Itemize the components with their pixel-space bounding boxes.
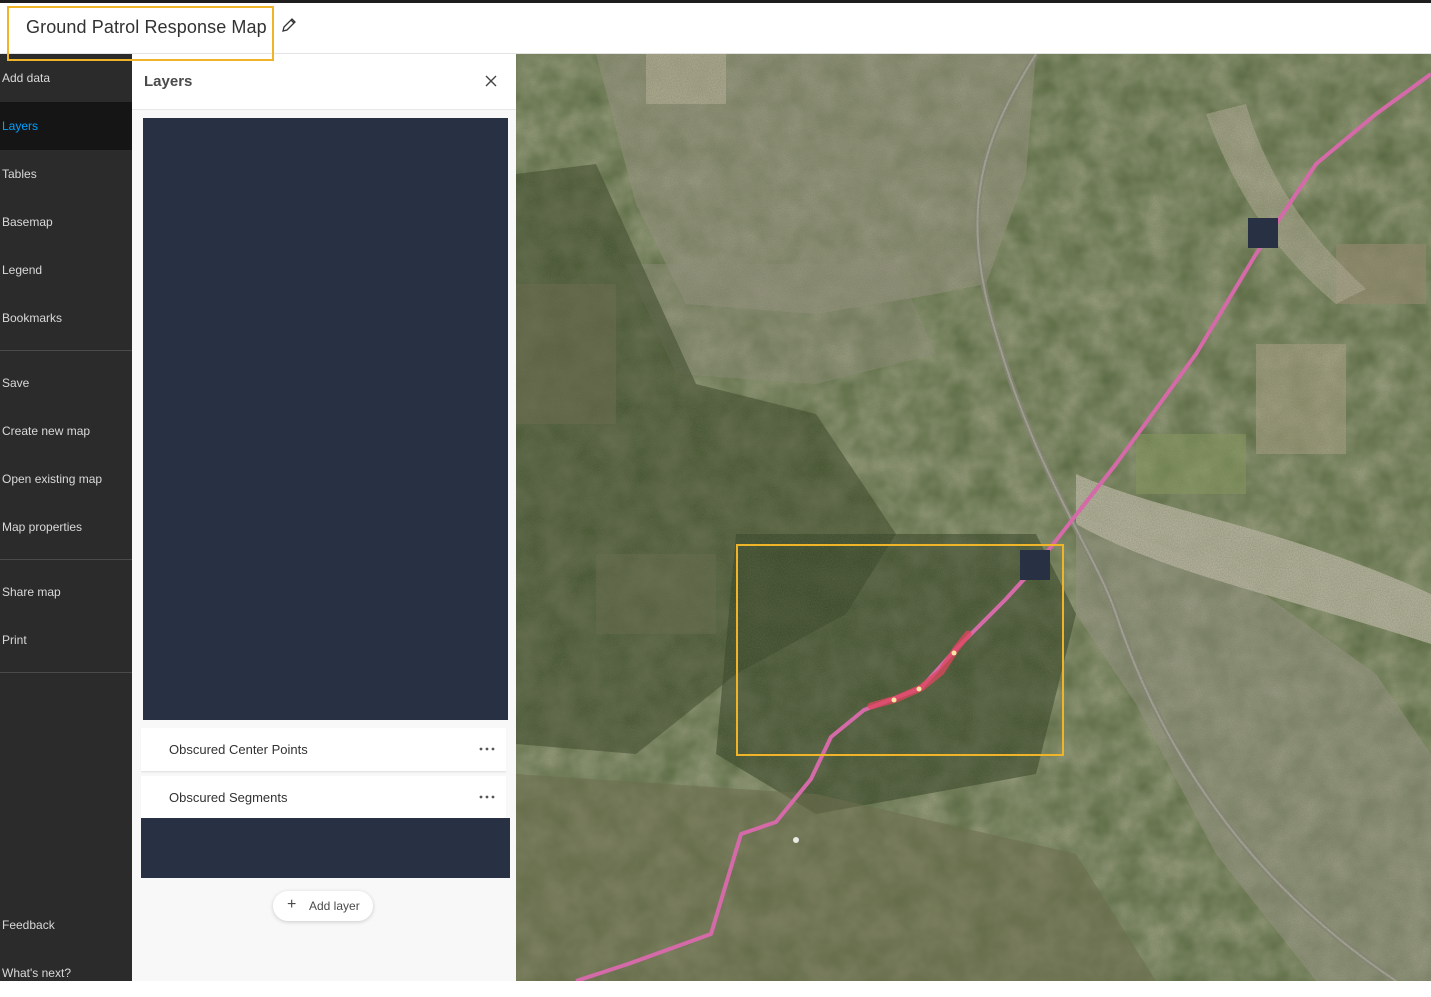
nav-tables[interactable]: Tables <box>0 150 132 198</box>
layer-name: Obscured Segments <box>169 790 288 805</box>
layer-name: Obscured Center Points <box>169 742 308 757</box>
ellipsis-icon[interactable] <box>478 790 496 804</box>
nav-map-properties[interactable]: Map properties <box>0 503 132 551</box>
nav-divider <box>0 672 132 673</box>
map-title[interactable]: Ground Patrol Response Map <box>26 17 267 38</box>
satellite-imagery <box>516 54 1431 981</box>
nav-layers[interactable]: Layers <box>0 102 132 150</box>
nav-divider <box>0 350 132 351</box>
nav-feedback[interactable]: Feedback <box>0 901 132 949</box>
close-icon[interactable] <box>485 75 497 87</box>
add-layer-label: Add layer <box>309 899 360 913</box>
nav-print[interactable]: Print <box>0 616 132 664</box>
map-highlight-box <box>736 544 1064 756</box>
redacted-layer-list <box>143 118 508 720</box>
layers-panel: Layers Obscured Center Points Obscured S… <box>132 54 516 981</box>
plus-icon: + <box>287 896 297 913</box>
pencil-icon[interactable] <box>280 16 298 34</box>
redacted-layer-item <box>141 818 510 878</box>
nav-create-new-map[interactable]: Create new map <box>0 407 132 455</box>
add-layer-button[interactable]: + Add layer <box>273 891 373 921</box>
layer-item[interactable]: Obscured Center Points <box>141 728 506 772</box>
nav-legend[interactable]: Legend <box>0 246 132 294</box>
redacted-map-marker[interactable] <box>1248 218 1278 248</box>
layers-panel-title: Layers <box>144 73 193 90</box>
map-view[interactable] <box>516 54 1431 981</box>
sidebar: Add data Layers Tables Basemap Legend Bo… <box>0 54 132 981</box>
ellipsis-icon[interactable] <box>478 742 496 756</box>
layers-panel-header: Layers <box>132 54 516 110</box>
nav-whats-next[interactable]: What's next? <box>0 949 132 997</box>
nav-basemap[interactable]: Basemap <box>0 198 132 246</box>
nav-add-data[interactable]: Add data <box>0 54 132 102</box>
layer-item[interactable]: Obscured Segments <box>141 776 506 820</box>
nav-divider <box>0 559 132 560</box>
nav-share-map[interactable]: Share map <box>0 568 132 616</box>
nav-open-existing-map[interactable]: Open existing map <box>0 455 132 503</box>
nav-save[interactable]: Save <box>0 359 132 407</box>
nav-bookmarks[interactable]: Bookmarks <box>0 294 132 342</box>
